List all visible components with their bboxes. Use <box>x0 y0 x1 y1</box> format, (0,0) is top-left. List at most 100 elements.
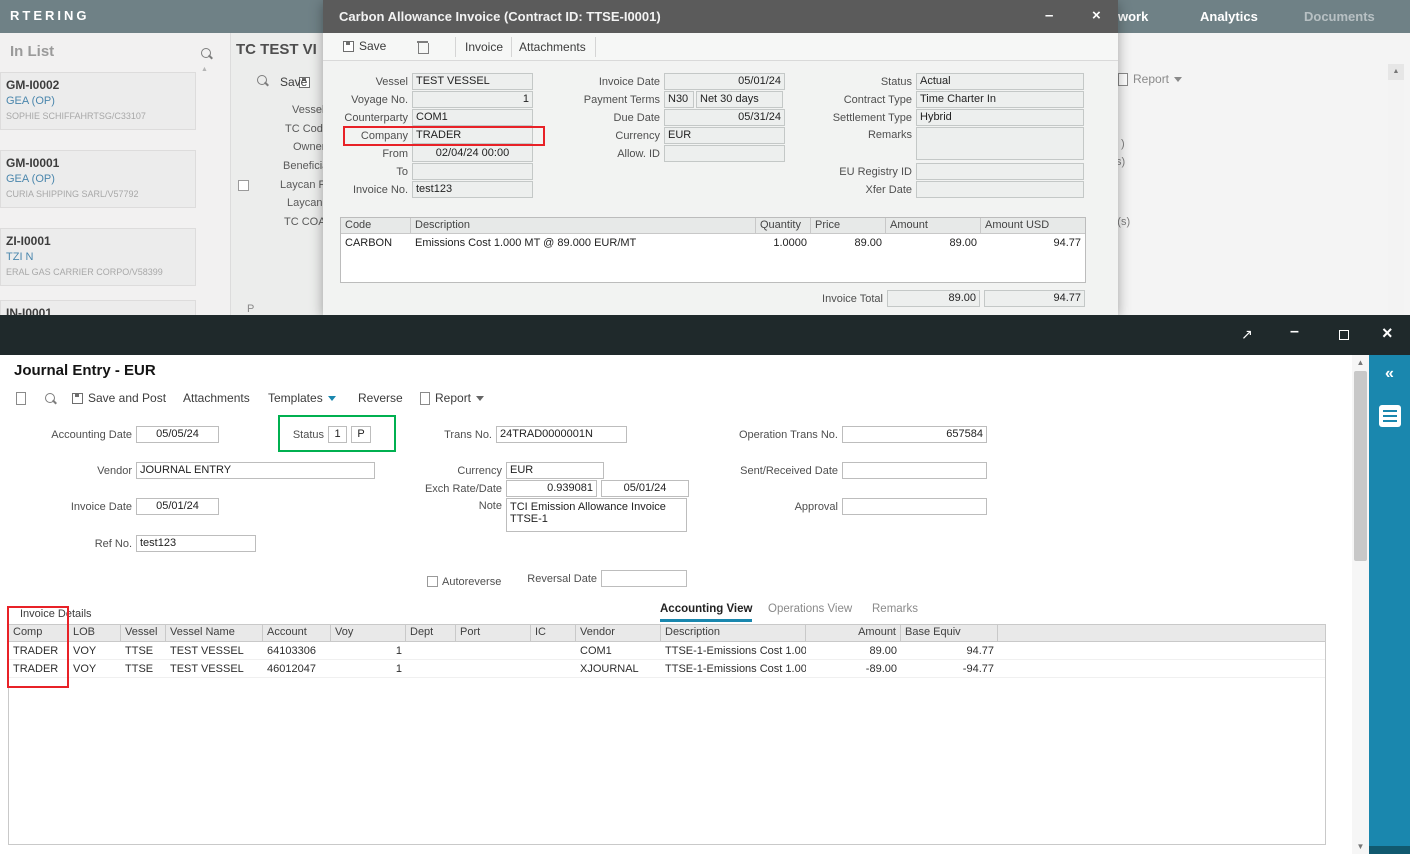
minimize-icon[interactable]: – <box>1045 7 1053 24</box>
save-and-post-button[interactable]: Save and Post <box>72 391 166 405</box>
col-code[interactable]: Code <box>341 218 411 233</box>
col-amount-usd[interactable]: Amount USD <box>981 218 1085 233</box>
tc-save-button[interactable]: Save <box>280 75 307 89</box>
tab-attachments[interactable]: Attachments <box>519 40 586 54</box>
new-document-icon[interactable] <box>16 392 26 405</box>
status-code-input[interactable]: 1 <box>328 426 347 443</box>
maximize-icon[interactable] <box>1339 330 1349 340</box>
col-amount[interactable]: Amount <box>886 218 981 233</box>
save-button[interactable]: Save <box>343 39 386 53</box>
col-amount[interactable]: Amount <box>806 625 901 641</box>
trans-no-input[interactable]: 24TRAD0000001N <box>496 426 627 443</box>
tab-accounting-view[interactable]: Accounting View <box>660 603 752 622</box>
payment-terms-code-input[interactable]: N30 <box>664 91 694 108</box>
search-icon[interactable] <box>200 47 213 60</box>
vendor-input[interactable]: JOURNAL ENTRY <box>136 462 375 479</box>
col-lob[interactable]: LOB <box>69 625 121 641</box>
payment-terms-desc-input[interactable]: Net 30 days <box>696 91 783 108</box>
currency-input[interactable]: EUR <box>506 462 604 479</box>
col-account[interactable]: Account <box>263 625 331 641</box>
tc-search-icon[interactable] <box>256 74 269 87</box>
currency-input[interactable]: EUR <box>664 127 785 144</box>
vessel-input[interactable]: TEST VESSEL <box>412 73 533 90</box>
contract-link[interactable]: GEA (OP) <box>6 173 191 185</box>
counterparty-input[interactable]: COM1 <box>412 109 533 126</box>
report-dropdown[interactable]: Report <box>1118 72 1182 86</box>
search-icon[interactable] <box>44 392 57 405</box>
exch-date-input[interactable]: 05/01/24 <box>601 480 689 497</box>
templates-dropdown[interactable]: Templates <box>268 391 336 405</box>
from-input[interactable]: 02/04/24 00:00 <box>412 145 533 162</box>
col-vessel[interactable]: Vessel <box>121 625 166 641</box>
col-comp[interactable]: Comp <box>9 625 69 641</box>
reverse-button[interactable]: Reverse <box>358 391 403 405</box>
col-dept[interactable]: Dept <box>406 625 456 641</box>
scroll-up-icon[interactable]: ▲ <box>1352 358 1369 367</box>
allow-id-input[interactable] <box>664 145 785 162</box>
report-dropdown[interactable]: Report <box>420 391 484 405</box>
tab-remarks[interactable]: Remarks <box>872 603 918 619</box>
due-date-input[interactable]: 05/31/24 <box>664 109 785 126</box>
col-vessel-name[interactable]: Vessel Name <box>166 625 263 641</box>
close-icon[interactable]: × <box>1382 323 1393 344</box>
accounting-date-input[interactable]: 05/05/24 <box>136 426 219 443</box>
bg-scrollbar-track[interactable] <box>1388 80 1404 315</box>
invoice-date-input[interactable]: 05/01/24 <box>136 498 219 515</box>
ref-no-input[interactable]: test123 <box>136 535 256 552</box>
close-icon[interactable]: × <box>1092 7 1101 24</box>
sent-received-date-input[interactable] <box>842 462 987 479</box>
col-description[interactable]: Description <box>661 625 806 641</box>
minimize-icon[interactable]: – <box>1290 323 1299 341</box>
note-input[interactable]: TCI Emission Allowance Invoice TTSE-1 <box>506 498 687 532</box>
eu-registry-id-input[interactable] <box>916 163 1084 180</box>
reversal-date-input[interactable] <box>601 570 687 587</box>
status-flag-input[interactable]: P <box>351 426 371 443</box>
operation-trans-no-input[interactable]: 657584 <box>842 426 987 443</box>
journal-titlebar[interactable]: ↗ – × <box>0 315 1410 355</box>
nav-item-analytics[interactable]: Analytics <box>1200 9 1258 24</box>
invoice-date-input[interactable]: 05/01/24 <box>664 73 785 90</box>
invoice-no-input[interactable]: test123 <box>412 181 533 198</box>
contract-link[interactable]: GEA (OP) <box>6 95 191 107</box>
col-ic[interactable]: IC <box>531 625 576 641</box>
charges-row[interactable]: CARBON Emissions Cost 1.000 MT @ 89.000 … <box>341 234 1085 252</box>
list-scroll-up-icon[interactable]: ▲ <box>201 66 208 73</box>
xfer-date-input[interactable] <box>916 181 1084 198</box>
scroll-down-icon[interactable]: ▼ <box>1352 842 1369 851</box>
col-base-equiv[interactable]: Base Equiv <box>901 625 998 641</box>
dialog-titlebar[interactable]: Carbon Allowance Invoice (Contract ID: T… <box>323 0 1118 33</box>
contract-link[interactable]: TZI N <box>6 251 191 263</box>
list-item[interactable]: GM-I0002 GEA (OP) SOPHIE SCHIFFAHRTSG/C3… <box>0 72 196 130</box>
col-voy[interactable]: Voy <box>331 625 406 641</box>
settlement-type-input[interactable]: Hybrid <box>916 109 1084 126</box>
attachments-button[interactable]: Attachments <box>183 391 250 405</box>
col-description[interactable]: Description <box>411 218 756 233</box>
form-list-icon[interactable] <box>1379 405 1401 427</box>
col-port[interactable]: Port <box>456 625 531 641</box>
voyage-no-input[interactable]: 1 <box>412 91 533 108</box>
contract-type-input[interactable]: Time Charter In <box>916 91 1084 108</box>
tab-operations-view[interactable]: Operations View <box>768 603 852 619</box>
table-row[interactable]: TRADER VOY TTSE TEST VESSEL 64103306 1 C… <box>9 642 1325 660</box>
bg-scroll-up-button[interactable]: ▲ <box>1388 64 1404 80</box>
status-input[interactable]: Actual <box>916 73 1084 90</box>
col-vendor[interactable]: Vendor <box>576 625 661 641</box>
tab-invoice[interactable]: Invoice <box>465 40 503 54</box>
autoreverse-checkbox[interactable] <box>427 576 438 587</box>
table-row[interactable]: TRADER VOY TTSE TEST VESSEL 46012047 1 X… <box>9 660 1325 678</box>
col-quantity[interactable]: Quantity <box>756 218 811 233</box>
open-in-window-icon[interactable]: ↗ <box>1241 326 1253 343</box>
list-item[interactable]: ZI-I0001 TZI N ERAL GAS CARRIER CORPO/V5… <box>0 228 196 286</box>
col-price[interactable]: Price <box>811 218 886 233</box>
laycan-from-checkbox[interactable] <box>238 180 249 191</box>
exch-rate-input[interactable]: 0.939081 <box>506 480 597 497</box>
nav-item-work[interactable]: work <box>1118 9 1148 24</box>
delete-icon[interactable] <box>418 41 428 53</box>
company-input[interactable]: TRADER <box>412 127 533 144</box>
collapse-panel-icon[interactable]: « <box>1369 365 1410 383</box>
nav-item-documents[interactable]: Documents <box>1304 9 1375 24</box>
list-item[interactable]: GM-I0001 GEA (OP) CURIA SHIPPING SARL/V5… <box>0 150 196 208</box>
remarks-input[interactable] <box>916 127 1084 160</box>
vertical-scrollbar[interactable]: ▲ ▼ <box>1352 355 1369 854</box>
scrollbar-thumb[interactable] <box>1354 371 1367 561</box>
